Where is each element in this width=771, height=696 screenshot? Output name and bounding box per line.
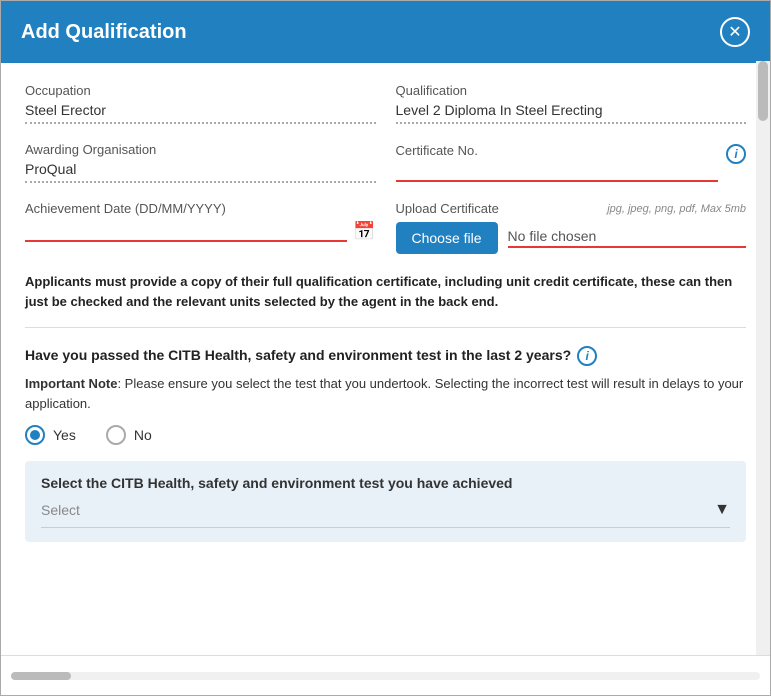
- upload-group: Upload Certificate jpg, jpeg, png, pdf, …: [396, 201, 747, 254]
- upload-hint: jpg, jpeg, png, pdf, Max 5mb: [607, 203, 746, 215]
- important-text: : Please ensure you select the test that…: [25, 376, 743, 411]
- radio-no-label: No: [134, 427, 152, 443]
- modal-header: Add Qualification ✕: [1, 1, 770, 63]
- horizontal-scrollbar-track: [11, 672, 760, 680]
- cert-no-group: Certificate No. i: [396, 142, 747, 183]
- row-awarding-cert: Awarding Organisation ProQual Certificat…: [25, 142, 746, 183]
- achievement-date-row: 📅: [25, 220, 376, 242]
- awarding-org-group: Awarding Organisation ProQual: [25, 142, 376, 183]
- awarding-org-value: ProQual: [25, 161, 376, 183]
- citb-select-row[interactable]: Select ▼: [41, 501, 730, 528]
- radio-yes[interactable]: Yes: [25, 425, 76, 445]
- modal-body: Occupation Steel Erector Qualification L…: [1, 63, 770, 655]
- calendar-icon[interactable]: 📅: [353, 221, 375, 242]
- important-label: Important Note: [25, 376, 117, 391]
- no-file-text: No file chosen: [508, 228, 746, 248]
- occupation-label: Occupation: [25, 83, 376, 98]
- horizontal-scrollbar-thumb[interactable]: [11, 672, 71, 680]
- modal-title: Add Qualification: [21, 21, 187, 44]
- awarding-org-label: Awarding Organisation: [25, 142, 376, 157]
- achievement-date-group: Achievement Date (DD/MM/YYYY) 📅: [25, 201, 376, 254]
- qualification-group: Qualification Level 2 Diploma In Steel E…: [396, 83, 747, 124]
- occupation-value: Steel Erector: [25, 102, 376, 124]
- important-note: Important Note: Please ensure you select…: [25, 374, 746, 413]
- cert-no-input[interactable]: [396, 160, 719, 182]
- modal-container: Add Qualification ✕ Occupation Steel Ere…: [0, 0, 771, 696]
- divider: [25, 327, 746, 328]
- radio-no[interactable]: No: [106, 425, 152, 445]
- citb-info-icon[interactable]: i: [577, 346, 597, 366]
- select-arrow-icon: ▼: [714, 501, 730, 519]
- radio-yes-circle: [25, 425, 45, 445]
- citb-question-row: Have you passed the CITB Health, safety …: [25, 344, 746, 366]
- cert-no-label: Certificate No.: [396, 143, 478, 158]
- radio-group: Yes No: [25, 425, 746, 445]
- row-occupation-qualification: Occupation Steel Erector Qualification L…: [25, 83, 746, 124]
- notice-text: Applicants must provide a copy of their …: [25, 272, 746, 311]
- cert-no-row: Certificate No. i: [396, 142, 747, 182]
- citb-box-title: Select the CITB Health, safety and envir…: [41, 475, 730, 491]
- cert-no-input-wrapper: Certificate No.: [396, 142, 719, 182]
- upload-label-row: Upload Certificate jpg, jpeg, png, pdf, …: [396, 201, 747, 216]
- radio-yes-label: Yes: [53, 427, 76, 443]
- achievement-date-input[interactable]: [25, 220, 347, 242]
- close-button[interactable]: ✕: [720, 17, 750, 47]
- cert-no-info-icon[interactable]: i: [726, 144, 746, 164]
- row-date-upload: Achievement Date (DD/MM/YYYY) 📅 Upload C…: [25, 201, 746, 254]
- choose-file-button[interactable]: Choose file: [396, 222, 498, 254]
- citb-question-text: Have you passed the CITB Health, safety …: [25, 347, 571, 363]
- qualification-value: Level 2 Diploma In Steel Erecting: [396, 102, 747, 124]
- upload-section: Upload Certificate jpg, jpeg, png, pdf, …: [396, 201, 747, 254]
- scrollbar-track: [756, 61, 770, 655]
- upload-label: Upload Certificate: [396, 201, 499, 216]
- occupation-group: Occupation Steel Erector: [25, 83, 376, 124]
- citb-select-placeholder: Select: [41, 502, 80, 518]
- scrollbar-thumb[interactable]: [758, 61, 768, 121]
- upload-controls: Choose file No file chosen: [396, 222, 747, 254]
- qualification-label: Qualification: [396, 83, 747, 98]
- citb-selection-box: Select the CITB Health, safety and envir…: [25, 461, 746, 542]
- achievement-date-label: Achievement Date (DD/MM/YYYY): [25, 201, 376, 216]
- modal-footer: [1, 655, 770, 695]
- radio-no-circle: [106, 425, 126, 445]
